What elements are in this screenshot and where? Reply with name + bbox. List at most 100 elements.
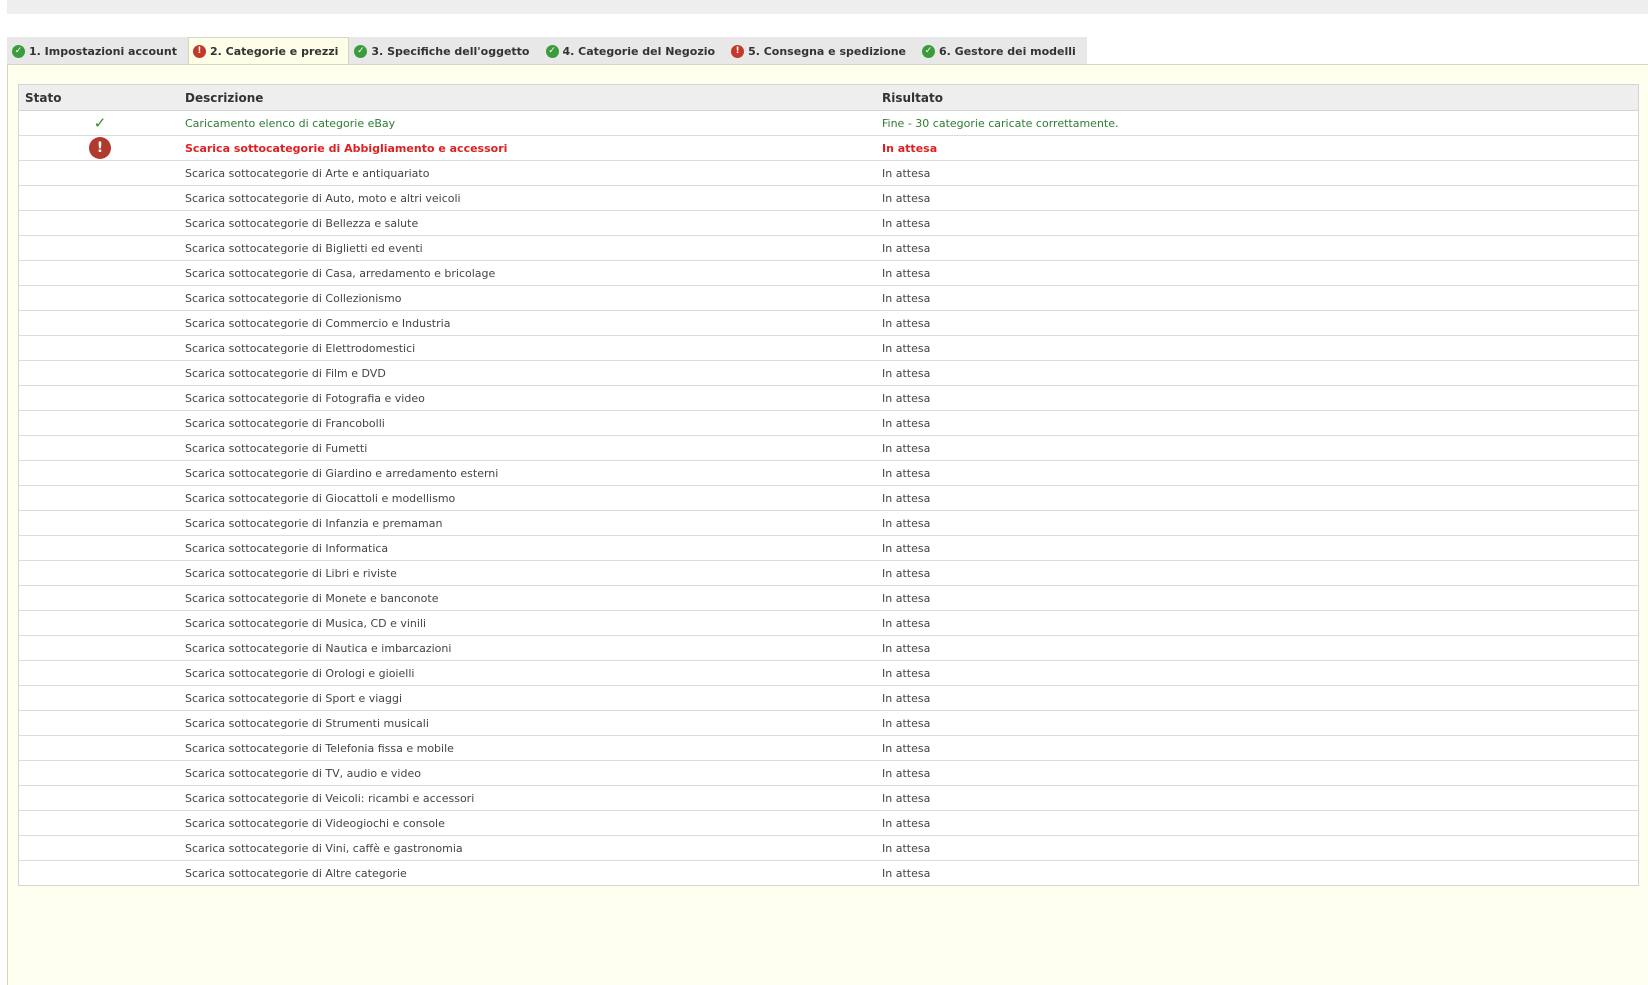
table-row: Scarica sottocategorie di Auto, moto e a… — [18, 185, 1639, 211]
cell-stato — [18, 710, 185, 736]
tab-3[interactable]: ✓ 3. Specifiche dell'oggetto — [349, 37, 541, 64]
cell-descrizione: Scarica sottocategorie di Nautica e imba… — [185, 635, 882, 661]
tab-6[interactable]: ✓ 6. Gestore dei modelli — [917, 37, 1087, 64]
cell-risultato: In attesa — [882, 735, 1639, 761]
cell-descrizione: Scarica sottocategorie di Fotografia e v… — [185, 385, 882, 411]
header-risultato: Risultato — [882, 84, 1639, 111]
cell-risultato: In attesa — [882, 585, 1639, 611]
cell-stato — [18, 485, 185, 511]
cell-risultato: In attesa — [882, 135, 1639, 161]
cell-descrizione: Scarica sottocategorie di Infanzia e pre… — [185, 510, 882, 536]
cell-risultato: In attesa — [882, 360, 1639, 386]
header-descrizione: Descrizione — [185, 84, 882, 111]
cell-stato — [18, 510, 185, 536]
exclamation-circle-icon: ! — [192, 45, 206, 58]
cell-risultato: In attesa — [882, 285, 1639, 311]
cell-stato — [18, 185, 185, 211]
check-circle-icon: ✓ — [354, 44, 368, 58]
cell-risultato: In attesa — [882, 685, 1639, 711]
cell-risultato: In attesa — [882, 760, 1639, 786]
table-row: ! Scarica sottocategorie di Abbigliamento… — [18, 135, 1639, 161]
top-bar — [7, 0, 1648, 14]
cell-descrizione: Scarica sottocategorie di Veicoli: ricam… — [185, 785, 882, 811]
table-row: Scarica sottocategorie di Giocattoli e m… — [18, 485, 1639, 511]
cell-risultato: In attesa — [882, 785, 1639, 811]
cell-risultato: In attesa — [882, 160, 1639, 186]
cell-descrizione: Scarica sottocategorie di Biglietti ed e… — [185, 235, 882, 261]
cell-descrizione: Scarica sottocategorie di Elettrodomesti… — [185, 335, 882, 361]
cell-stato — [18, 285, 185, 311]
cell-descrizione: Scarica sottocategorie di Francobolli — [185, 410, 882, 436]
cell-stato: ! — [18, 135, 185, 161]
table-row: Scarica sottocategorie di Biglietti ed e… — [18, 235, 1639, 261]
table-row: Scarica sottocategorie di Bellezza e sal… — [18, 210, 1639, 236]
cell-stato — [18, 760, 185, 786]
table-row: Scarica sottocategorie di Informatica In … — [18, 535, 1639, 561]
table-row: Scarica sottocategorie di Francobolli In … — [18, 410, 1639, 436]
cell-descrizione: Scarica sottocategorie di Collezionismo — [185, 285, 882, 311]
cell-risultato: In attesa — [882, 710, 1639, 736]
tab-label: 6. Gestore dei modelli — [939, 44, 1076, 58]
cell-stato — [18, 310, 185, 336]
cell-risultato: In attesa — [882, 635, 1639, 661]
cell-risultato: In attesa — [882, 610, 1639, 636]
cell-stato — [18, 785, 185, 811]
tab-2[interactable]: ! 2. Categorie e prezzi — [187, 37, 350, 65]
cell-descrizione: Scarica sottocategorie di Strumenti musi… — [185, 710, 882, 736]
cell-descrizione: Scarica sottocategorie di Commercio e In… — [185, 310, 882, 336]
cell-stato — [18, 735, 185, 761]
cell-risultato: In attesa — [882, 660, 1639, 686]
cell-stato — [18, 610, 185, 636]
table-row: Scarica sottocategorie di Orologi e gioi… — [18, 660, 1639, 686]
check-circle-icon: ✓ — [922, 44, 935, 58]
table-row: ✓ Caricamento elenco di categorie eBay Fin… — [18, 110, 1639, 136]
cell-descrizione: Scarica sottocategorie di Arte e antiqua… — [185, 160, 882, 186]
table-row: Scarica sottocategorie di Arte e antiqua… — [18, 160, 1639, 186]
table-row: Scarica sottocategorie di Musica, CD e v… — [18, 610, 1639, 636]
cell-descrizione: Scarica sottocategorie di Libri e rivist… — [185, 560, 882, 586]
cell-descrizione: Scarica sottocategorie di Altre categori… — [185, 866, 407, 880]
check-icon: ✓ — [93, 113, 107, 132]
cell-risultato: Fine - 30 categorie caricate correttamen… — [882, 110, 1639, 136]
cell-descrizione: Scarica sottocategorie di Casa, arredame… — [185, 260, 882, 286]
tab-4[interactable]: ✓ 4. Categorie del Negozio — [540, 37, 727, 64]
tab-1[interactable]: ✓ 1. Impostazioni account — [7, 37, 188, 64]
cell-descrizione: Scarica sottocategorie di Giocattoli e m… — [185, 485, 882, 511]
check-circle-icon: ✓ — [12, 44, 25, 58]
cell-stato — [18, 585, 185, 611]
table-header-row: Stato Descrizione Risultato — [18, 84, 1639, 111]
cell-risultato: In attesa — [882, 535, 1639, 561]
cell-descrizione: Scarica sottocategorie di Sport e viaggi — [185, 685, 882, 711]
cell-stato — [18, 435, 185, 461]
table-row: Scarica sottocategorie di Casa, arredame… — [18, 260, 1639, 286]
cell-stato — [18, 160, 185, 186]
cell-stato: ✓ — [18, 110, 185, 136]
cell-risultato: In attesa — [882, 810, 1639, 836]
cell-descrizione: Scarica sottocategorie di TV, audio e vi… — [185, 760, 882, 786]
exclamation-circle-icon: ! — [731, 44, 745, 58]
cell-risultato: In attesa — [882, 560, 1639, 586]
cell-descrizione: Scarica sottocategorie di Film e DVD — [185, 360, 882, 386]
cell-descrizione: Scarica sottocategorie di Orologi e gioi… — [185, 660, 882, 686]
table-row: Scarica sottocategorie di Elettrodomesti… — [18, 335, 1639, 361]
cell-descrizione: Scarica sottocategorie di Giardino e arr… — [185, 460, 882, 486]
cell-descrizione: Scarica sottocategorie di Monete e banco… — [185, 585, 882, 611]
table-row: Scarica sottocategorie di Vini, caffè e … — [18, 835, 1639, 861]
table-row: Scarica sottocategorie di Monete e banco… — [18, 585, 1639, 611]
cell-descrizione: Scarica sottocategorie di Videogiochi e … — [185, 810, 882, 836]
cell-stato — [18, 660, 185, 686]
cell-descrizione: Caricamento elenco di categorie eBay — [185, 110, 882, 136]
check-circle-icon: ✓ — [545, 44, 559, 58]
table-row: Scarica sottocategorie di Videogiochi e … — [18, 810, 1639, 836]
cell-descrizione: Scarica sottocategorie di Informatica — [185, 535, 882, 561]
cell-stato — [18, 560, 185, 586]
wizard-tabs: ✓ 1. Impostazioni account! 2. Categorie e … — [7, 37, 1087, 65]
tab-5[interactable]: ! 5. Consegna e spedizione — [726, 37, 917, 64]
table-row: Scarica sottocategorie di Collezionismo I… — [18, 285, 1639, 311]
cell-stato — [19, 861, 186, 886]
table-row: Scarica sottocategorie di Infanzia e pre… — [18, 510, 1639, 536]
cell-stato — [18, 835, 185, 861]
cell-stato — [18, 685, 185, 711]
table-row: Scarica sottocategorie di Fumetti In atte… — [18, 435, 1639, 461]
cell-stato — [18, 410, 185, 436]
